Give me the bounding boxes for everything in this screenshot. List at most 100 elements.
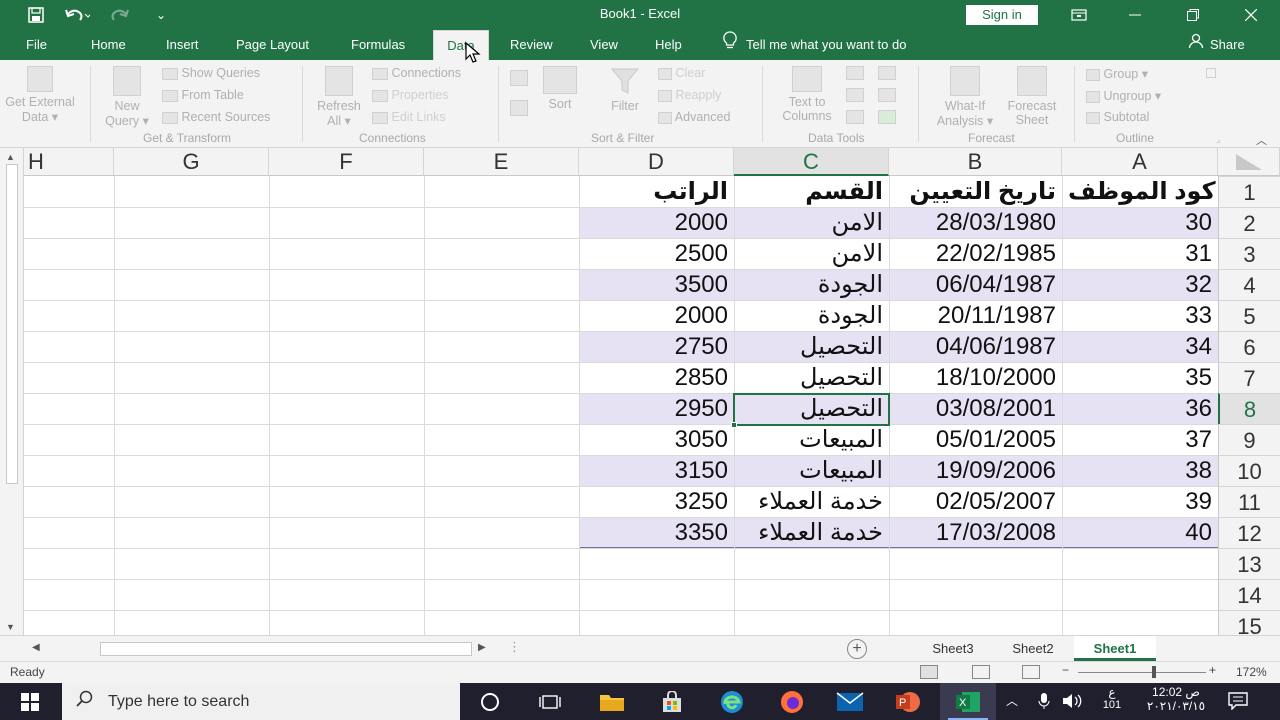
cell-d1[interactable]: الراتب — [579, 176, 734, 207]
cell-a12[interactable]: 40 — [1062, 517, 1218, 548]
file-explorer-icon[interactable] — [598, 689, 626, 715]
cell-b5[interactable]: 20/11/1987 — [889, 300, 1062, 331]
store-icon[interactable] — [658, 689, 686, 715]
cell-a2[interactable]: 30 — [1062, 207, 1218, 238]
tab-formulas[interactable]: Formulas — [343, 30, 413, 60]
cell-c11[interactable]: خدمة العملاء — [734, 486, 889, 517]
text-to-columns-button[interactable]: Text to Columns — [774, 66, 840, 123]
windows-start-icon[interactable] — [16, 689, 44, 715]
cell-c1[interactable]: القسم — [734, 176, 889, 207]
remove-duplicates-icon[interactable] — [846, 88, 864, 105]
cell-c6[interactable]: التحصيل — [734, 331, 889, 362]
task-view-icon[interactable] — [536, 689, 564, 715]
action-center-icon[interactable] — [1228, 692, 1248, 715]
cell-d5[interactable]: 2000 — [579, 300, 734, 331]
relationships-icon[interactable] — [878, 88, 896, 105]
scroll-right-icon[interactable]: ▶ — [478, 642, 486, 653]
cell-a3[interactable]: 31 — [1062, 238, 1218, 269]
page-break-view-icon[interactable] — [1022, 665, 1040, 679]
recent-sources-button[interactable]: Recent Sources — [162, 110, 270, 124]
cell-d7[interactable]: 2850 — [579, 362, 734, 393]
get-external-data-button[interactable]: Get External Data ▾ — [2, 66, 78, 124]
scroll-up-icon[interactable]: ▲ — [6, 152, 15, 162]
cell-b7[interactable]: 18/10/2000 — [889, 362, 1062, 393]
cell-b10[interactable]: 19/09/2006 — [889, 455, 1062, 486]
column-header-g[interactable]: G — [114, 148, 269, 176]
sort-za-icon[interactable] — [510, 100, 528, 119]
ungroup-button[interactable]: Ungroup ▾ — [1086, 88, 1161, 103]
powerpoint-icon[interactable]: P — [894, 689, 922, 715]
new-query-button[interactable]: New Query ▾ — [100, 66, 154, 128]
zoom-out-icon[interactable]: − — [1062, 663, 1069, 677]
excel-taskbar-button[interactable]: X — [940, 683, 996, 720]
taskbar-search-box[interactable]: Type here to search — [62, 683, 460, 720]
cell-b9[interactable]: 05/01/2005 — [889, 424, 1062, 455]
what-if-analysis-button[interactable]: What-If Analysis ▾ — [930, 66, 1000, 128]
new-sheet-icon[interactable]: + — [847, 639, 867, 659]
cell-b11[interactable]: 02/05/2007 — [889, 486, 1062, 517]
row-header[interactable]: 7 — [1218, 362, 1280, 393]
restore-icon[interactable] — [1170, 0, 1216, 30]
select-all-corner[interactable] — [1218, 148, 1280, 176]
sort-button[interactable]: Sort — [540, 66, 580, 111]
row-header[interactable]: 10 — [1218, 455, 1280, 486]
dialog-launcher-icon[interactable]: ⌟ — [1216, 134, 1220, 145]
advanced-button[interactable]: Advanced — [658, 110, 730, 124]
microphone-icon[interactable] — [1038, 692, 1050, 715]
column-header-a[interactable]: A — [1062, 148, 1218, 176]
cell-a9[interactable]: 37 — [1062, 424, 1218, 455]
filter-button[interactable]: Filter — [604, 66, 646, 113]
scroll-down-icon[interactable]: ▼ — [6, 622, 15, 632]
row-header[interactable]: 2 — [1218, 207, 1280, 238]
cell-d8[interactable]: 2950 — [579, 393, 734, 424]
close-icon[interactable] — [1228, 0, 1274, 30]
cell-d9[interactable]: 3050 — [579, 424, 734, 455]
horizontal-scrollbar[interactable] — [100, 642, 472, 656]
row-header[interactable]: 12 — [1218, 517, 1280, 548]
column-header-e[interactable]: E — [424, 148, 579, 176]
column-header-d[interactable]: D — [579, 148, 734, 176]
zoom-level[interactable]: 172% — [1236, 665, 1267, 679]
normal-view-icon[interactable] — [920, 665, 938, 679]
column-header-h[interactable]: H — [24, 148, 114, 176]
cell-d10[interactable]: 3150 — [579, 455, 734, 486]
cell-d11[interactable]: 3250 — [579, 486, 734, 517]
cell-d12[interactable]: 3350 — [579, 517, 734, 548]
clock[interactable]: 12:02 ص ٢٠٢١/٠٣/١٥ — [1136, 685, 1216, 713]
cell-a11[interactable]: 39 — [1062, 486, 1218, 517]
row-header[interactable]: 5 — [1218, 300, 1280, 331]
zoom-in-icon[interactable]: + — [1209, 663, 1216, 677]
subtotal-button[interactable]: Subtotal — [1086, 110, 1149, 124]
show-queries-button[interactable]: Show Queries — [162, 66, 260, 80]
cell-b12[interactable]: 17/03/2008 — [889, 517, 1062, 548]
forecast-sheet-button[interactable]: Forecast Sheet — [1002, 66, 1062, 127]
zoom-slider[interactable] — [1078, 666, 1206, 678]
column-header-f[interactable]: F — [269, 148, 424, 176]
tray-chevron-icon[interactable]: ︿ — [1006, 692, 1018, 709]
cell-b2[interactable]: 28/03/1980 — [889, 207, 1062, 238]
cell-a6[interactable]: 34 — [1062, 331, 1218, 362]
cell-b4[interactable]: 06/04/1987 — [889, 269, 1062, 300]
row-header[interactable]: 9 — [1218, 424, 1280, 455]
cell-c5[interactable]: الجودة — [734, 300, 889, 331]
tab-home[interactable]: Home — [83, 30, 134, 60]
cortana-icon[interactable] — [476, 689, 504, 715]
cell-c12[interactable]: خدمة العملاء — [734, 517, 889, 548]
cell-b3[interactable]: 22/02/1985 — [889, 238, 1062, 269]
fill-handle[interactable] — [731, 422, 737, 428]
tab-page-layout[interactable]: Page Layout — [228, 30, 317, 60]
row-header[interactable]: 13 — [1218, 548, 1280, 579]
sheet-tab-2[interactable]: Sheet2 — [996, 636, 1070, 661]
ribbon-display-options-icon[interactable] — [1056, 0, 1102, 30]
cell-a7[interactable]: 35 — [1062, 362, 1218, 393]
clear-button[interactable]: Clear — [658, 66, 705, 80]
sign-in-button[interactable]: Sign in — [966, 5, 1038, 25]
cell-a4[interactable]: 32 — [1062, 269, 1218, 300]
active-cell-outline[interactable] — [733, 393, 890, 426]
cell-d6[interactable]: 2750 — [579, 331, 734, 362]
cell-b6[interactable]: 04/06/1987 — [889, 331, 1062, 362]
mail-icon[interactable] — [836, 689, 864, 715]
split-handle-icon[interactable]: ⋮ — [508, 639, 521, 655]
data-model-icon[interactable] — [878, 110, 896, 127]
consolidate-icon[interactable] — [878, 66, 896, 83]
